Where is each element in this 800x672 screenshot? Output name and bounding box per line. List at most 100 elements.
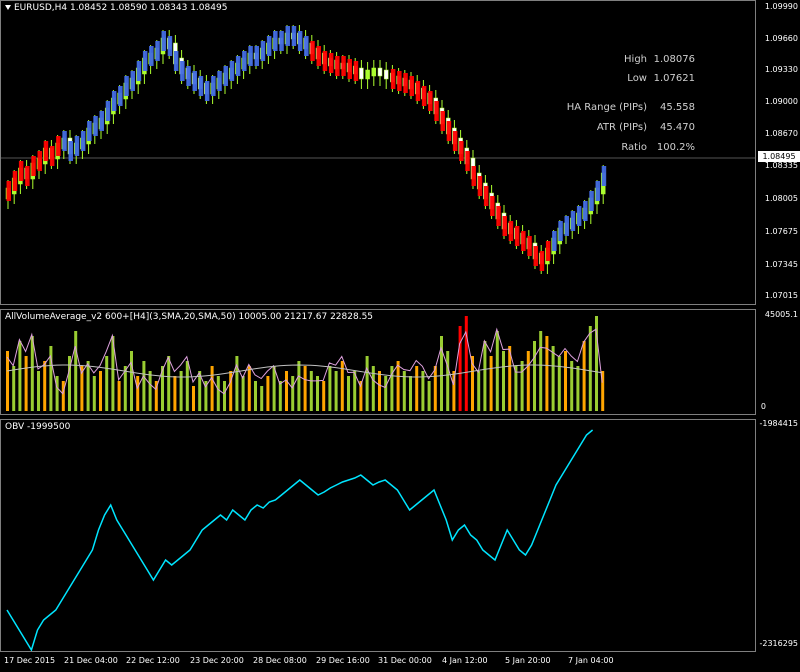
time-label: 28 Dec 08:00 bbox=[253, 656, 307, 665]
volume-indicator-title: AllVolumeAverage_v2 600+[H4](3,SMA,20,SM… bbox=[5, 312, 374, 322]
volume-bar bbox=[322, 381, 326, 411]
heikin-ashi-bar bbox=[521, 231, 526, 251]
volume-bar bbox=[334, 371, 338, 411]
time-label: 31 Dec 00:00 bbox=[378, 656, 432, 665]
volume-bar bbox=[260, 386, 264, 411]
volume-bar bbox=[539, 331, 543, 411]
heikin-ashi-bar bbox=[111, 91, 117, 111]
dropdown-triangle-icon[interactable] bbox=[5, 5, 11, 10]
volume-bar bbox=[37, 371, 40, 411]
heikin-ashi-bar bbox=[12, 171, 18, 191]
heikin-ashi-bar bbox=[285, 26, 290, 46]
heikin-ashi-bar bbox=[142, 51, 148, 71]
heikin-ashi-bar bbox=[428, 91, 433, 111]
heikin-ashi-bar bbox=[434, 101, 439, 121]
volume-bar bbox=[216, 376, 220, 411]
volume-bar bbox=[396, 361, 400, 411]
info-label: HA Range (PIPs) bbox=[566, 102, 647, 113]
volume-bar bbox=[365, 356, 369, 411]
heikin-ashi-bar bbox=[297, 31, 303, 51]
heikin-ashi-bar bbox=[186, 66, 191, 86]
obv-scale[interactable]: -1984415 -2316295 bbox=[756, 419, 800, 652]
heikin-ashi-bar bbox=[570, 211, 576, 231]
heikin-ashi-bar bbox=[279, 31, 284, 51]
volume-bar bbox=[458, 326, 462, 411]
volume-bar bbox=[347, 376, 350, 411]
volume-bar bbox=[92, 376, 96, 411]
heikin-ashi-bar bbox=[56, 136, 61, 156]
volume-bar bbox=[483, 341, 487, 411]
volume-bar bbox=[241, 376, 245, 411]
time-axis[interactable]: 17 Dec 2015 21 Dec 04:00 22 Dec 12:00 23 De… bbox=[0, 652, 756, 672]
heikin-ashi-bar bbox=[192, 71, 197, 91]
obv-indicator-title: OBV -1999500 bbox=[5, 422, 71, 432]
candle-body bbox=[365, 69, 370, 80]
heikin-ashi-bar bbox=[527, 236, 532, 256]
obv-line bbox=[6, 429, 594, 651]
heikin-ashi-bar bbox=[105, 101, 111, 121]
volume-bar bbox=[520, 361, 524, 411]
volume-scale[interactable]: 45005.1 0 bbox=[756, 309, 800, 415]
volume-bar bbox=[328, 366, 332, 411]
price-label: 1.09990 bbox=[764, 2, 798, 11]
volume-bar bbox=[105, 356, 109, 411]
heikin-ashi-bar bbox=[533, 246, 538, 266]
heikin-ashi-bar bbox=[576, 206, 582, 226]
heikin-ashi-bar bbox=[446, 121, 452, 141]
volume-bar bbox=[291, 376, 295, 411]
time-label: 7 Jan 04:00 bbox=[568, 656, 614, 665]
heikin-ashi-bar bbox=[31, 156, 36, 176]
info-label: Ratio bbox=[621, 142, 647, 153]
heikin-ashi-bar bbox=[136, 61, 142, 81]
price-chart-panel[interactable]: EURUSD,H4 1.08452 1.08590 1.08343 1.0849… bbox=[0, 0, 756, 305]
heikin-ashi-bar bbox=[341, 56, 346, 76]
heikin-ashi-bar bbox=[397, 71, 402, 91]
heikin-ashi-bar bbox=[25, 166, 30, 186]
volume-bar bbox=[24, 356, 28, 411]
candle-body bbox=[377, 67, 383, 77]
time-label: 22 Dec 12:00 bbox=[126, 656, 180, 665]
heikin-ashi-bar bbox=[483, 186, 489, 206]
heikin-ashi-bar bbox=[173, 51, 179, 71]
heikin-ashi-bar bbox=[477, 176, 483, 196]
obv-indicator-panel[interactable]: OBV -1999500 bbox=[0, 419, 756, 652]
volume-chart-canvas bbox=[6, 316, 605, 411]
info-value: 1.08076 bbox=[653, 54, 695, 65]
volume-bar bbox=[43, 361, 47, 411]
volume-bar bbox=[545, 336, 549, 411]
info-label: ATR (PIPs) bbox=[596, 122, 647, 133]
heikin-ashi-bar bbox=[353, 61, 359, 81]
volume-bar bbox=[99, 371, 102, 411]
info-value: 100.2% bbox=[656, 142, 695, 153]
volume-bar bbox=[409, 376, 412, 411]
candle-body bbox=[383, 69, 389, 80]
volume-bar bbox=[55, 376, 59, 411]
heikin-ashi-bar bbox=[167, 36, 173, 56]
heikin-ashi-bar bbox=[347, 59, 352, 79]
heikin-ashi-bar bbox=[198, 76, 204, 96]
heikin-ashi-bar bbox=[558, 221, 563, 241]
volume-bar bbox=[440, 336, 443, 411]
volume-indicator-panel[interactable]: AllVolumeAverage_v2 600+[H4](3,SMA,20,SM… bbox=[0, 309, 756, 415]
volume-bar bbox=[266, 376, 270, 411]
chart-symbol-title: EURUSD,H4 1.08452 1.08590 1.08343 1.0849… bbox=[5, 3, 227, 13]
heikin-ashi-bar bbox=[217, 71, 222, 91]
volume-bar bbox=[477, 371, 481, 411]
heikin-ashi-bar bbox=[149, 46, 154, 66]
volume-bar bbox=[136, 376, 140, 411]
volume-bar bbox=[74, 331, 78, 411]
heikin-ashi-bar bbox=[49, 146, 55, 166]
heikin-ashi-bar bbox=[273, 31, 278, 51]
heikin-ashi-bar bbox=[589, 191, 594, 211]
volume-bar bbox=[254, 381, 257, 411]
price-scale[interactable]: 1.09990 1.09660 1.09330 1.09000 1.08670 1.083… bbox=[756, 0, 800, 305]
price-label: 1.07015 bbox=[764, 291, 798, 300]
heikin-ashi-bar bbox=[335, 56, 340, 76]
volume-bar bbox=[247, 366, 251, 411]
volume-bar bbox=[526, 351, 530, 411]
candle-body bbox=[359, 67, 364, 80]
heikin-ashi-bar bbox=[6, 181, 11, 201]
heikin-ashi-bar bbox=[496, 206, 501, 226]
volume-bar bbox=[61, 381, 65, 411]
heikin-ashi-bar bbox=[124, 76, 129, 96]
